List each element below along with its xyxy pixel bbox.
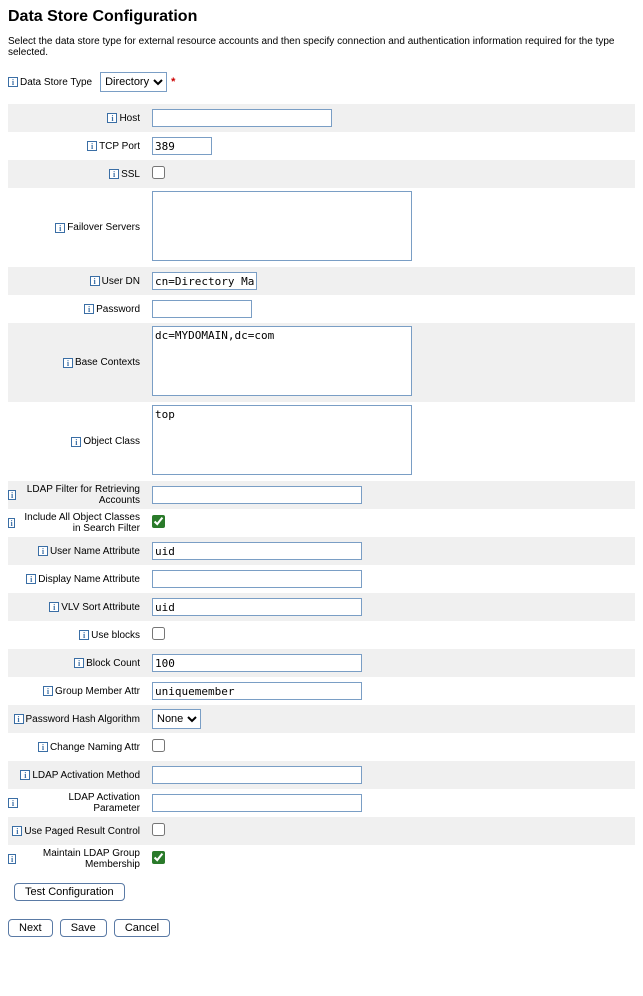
info-icon[interactable]: i [38, 742, 48, 752]
maintain-ldap-group-label: Maintain LDAP Group Membership [18, 848, 140, 870]
tcp-port-input[interactable] [152, 137, 212, 155]
data-store-type-row: i Data Store Type Directory * [8, 72, 635, 92]
password-label: Password [96, 304, 140, 315]
info-icon[interactable]: i [49, 602, 59, 612]
display-name-attr-input[interactable] [152, 570, 362, 588]
info-icon[interactable]: i [8, 854, 16, 864]
object-class-textarea[interactable]: top [152, 405, 412, 475]
host-input[interactable] [152, 109, 332, 127]
info-icon[interactable]: i [8, 518, 15, 528]
failover-servers-textarea[interactable] [152, 191, 412, 261]
ssl-checkbox[interactable] [152, 166, 165, 179]
ldap-filter-input[interactable] [152, 486, 362, 504]
data-store-type-label: Data Store Type [20, 77, 92, 88]
use-paged-result-checkbox[interactable] [152, 823, 165, 836]
info-icon[interactable]: i [87, 141, 97, 151]
include-all-obj-classes-checkbox[interactable] [152, 515, 165, 528]
vlv-sort-attr-input[interactable] [152, 598, 362, 616]
use-blocks-label: Use blocks [91, 630, 140, 641]
info-icon[interactable]: i [8, 798, 18, 808]
user-dn-input[interactable] [152, 272, 257, 290]
include-all-obj-classes-label: Include All Object Classes in Search Fil… [17, 512, 140, 534]
base-contexts-label: Base Contexts [75, 357, 140, 368]
ldap-filter-label: LDAP Filter for Retrieving Accounts [18, 484, 140, 506]
vlv-sort-attr-label: VLV Sort Attribute [61, 602, 140, 613]
user-name-attr-label: User Name Attribute [50, 546, 140, 557]
info-icon[interactable]: i [38, 546, 48, 556]
failover-servers-label: Failover Servers [67, 222, 140, 233]
page-title: Data Store Configuration [8, 8, 635, 26]
group-member-attr-label: Group Member Attr [55, 686, 140, 697]
use-paged-result-label: Use Paged Result Control [24, 826, 140, 837]
test-configuration-button[interactable]: Test Configuration [14, 883, 125, 901]
ldap-activation-param-label: LDAP Activation Parameter [20, 792, 140, 814]
ldap-activation-param-input[interactable] [152, 794, 362, 812]
info-icon[interactable]: i [63, 358, 73, 368]
host-label: Host [119, 113, 140, 124]
info-icon[interactable]: i [79, 630, 89, 640]
info-icon[interactable]: i [90, 276, 100, 286]
info-icon[interactable]: i [109, 169, 119, 179]
block-count-label: Block Count [86, 658, 140, 669]
display-name-attr-label: Display Name Attribute [38, 574, 140, 585]
info-icon[interactable]: i [107, 113, 117, 123]
info-icon[interactable]: i [84, 304, 94, 314]
tcp-port-label: TCP Port [99, 141, 140, 152]
info-icon[interactable]: i [12, 826, 22, 836]
page-description: Select the data store type for external … [8, 36, 635, 58]
block-count-input[interactable] [152, 654, 362, 672]
change-naming-attr-checkbox[interactable] [152, 739, 165, 752]
info-icon[interactable]: i [20, 770, 30, 780]
info-icon[interactable]: i [8, 77, 18, 87]
user-dn-label: User DN [102, 276, 140, 287]
cancel-button[interactable]: Cancel [114, 919, 170, 937]
use-blocks-checkbox[interactable] [152, 627, 165, 640]
info-icon[interactable]: i [26, 574, 36, 584]
info-icon[interactable]: i [74, 658, 84, 668]
ldap-activation-method-input[interactable] [152, 766, 362, 784]
info-icon[interactable]: i [55, 223, 65, 233]
info-icon[interactable]: i [14, 714, 24, 724]
data-store-type-select[interactable]: Directory [100, 72, 167, 92]
info-icon[interactable]: i [8, 490, 16, 500]
password-input[interactable] [152, 300, 252, 318]
required-marker: * [171, 76, 175, 88]
group-member-attr-input[interactable] [152, 682, 362, 700]
user-name-attr-input[interactable] [152, 542, 362, 560]
save-button[interactable]: Save [60, 919, 107, 937]
pwd-hash-alg-label: Password Hash Algorithm [26, 714, 141, 725]
pwd-hash-alg-select[interactable]: None [152, 709, 201, 729]
base-contexts-textarea[interactable]: dc=MYDOMAIN,dc=com [152, 326, 412, 396]
ldap-activation-method-label: LDAP Activation Method [32, 770, 140, 781]
change-naming-attr-label: Change Naming Attr [50, 742, 140, 753]
object-class-label: Object Class [83, 436, 140, 447]
next-button[interactable]: Next [8, 919, 53, 937]
info-icon[interactable]: i [71, 437, 81, 447]
info-icon[interactable]: i [43, 686, 53, 696]
maintain-ldap-group-checkbox[interactable] [152, 851, 165, 864]
ssl-label: SSL [121, 169, 140, 180]
